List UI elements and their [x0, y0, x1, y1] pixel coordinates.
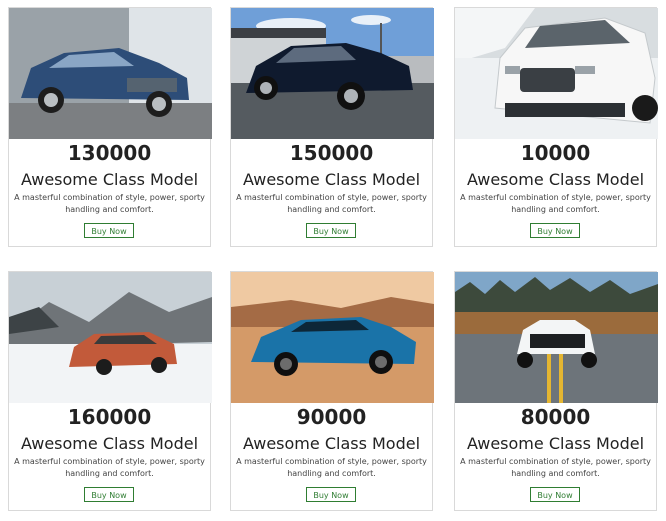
product-grid: 130000 Awesome Class Model A masterful c… — [8, 7, 658, 513]
product-card: 80000 Awesome Class Model A masterful co… — [454, 271, 658, 511]
blue-sportscar-image[interactable] — [231, 272, 434, 403]
model-title: Awesome Class Model — [20, 434, 199, 453]
product-card: 160000 Awesome Class Model A masterful c… — [8, 271, 212, 511]
model-title: Awesome Class Model — [466, 434, 645, 453]
buy-now-button[interactable]: Buy Now — [84, 487, 134, 502]
product-card: 150000 Awesome Class Model A masterful c… — [230, 7, 434, 247]
product-card: 10000 Awesome Class Model A masterful co… — [454, 7, 658, 247]
white-supercar-image[interactable] — [455, 272, 658, 403]
model-title: Awesome Class Model — [242, 170, 421, 189]
description: A masterful combination of style, power,… — [460, 193, 651, 214]
buy-now-button[interactable]: Buy Now — [306, 487, 356, 502]
white-suv-image[interactable] — [455, 8, 658, 139]
description: A masterful combination of style, power,… — [14, 193, 205, 214]
dark-sedan-image[interactable] — [231, 8, 434, 139]
buy-now-button[interactable]: Buy Now — [530, 487, 580, 502]
description: A masterful combination of style, power,… — [460, 457, 651, 478]
orange-wagon-image[interactable] — [9, 272, 212, 403]
buy-now-button[interactable]: Buy Now — [84, 223, 134, 238]
buy-now-button[interactable]: Buy Now — [530, 223, 580, 238]
price: 90000 — [296, 405, 367, 429]
model-title: Awesome Class Model — [20, 170, 199, 189]
buy-now-button[interactable]: Buy Now — [306, 223, 356, 238]
product-card: 90000 Awesome Class Model A masterful co… — [230, 271, 434, 511]
blue-coupe-image[interactable] — [9, 8, 212, 139]
price: 130000 — [67, 141, 152, 165]
price: 10000 — [520, 141, 591, 165]
product-card: 130000 Awesome Class Model A masterful c… — [8, 7, 212, 247]
price: 160000 — [67, 405, 152, 429]
description: A masterful combination of style, power,… — [236, 193, 427, 214]
model-title: Awesome Class Model — [466, 170, 645, 189]
price: 150000 — [289, 141, 374, 165]
model-title: Awesome Class Model — [242, 434, 421, 453]
price: 80000 — [520, 405, 591, 429]
description: A masterful combination of style, power,… — [236, 457, 427, 478]
description: A masterful combination of style, power,… — [14, 457, 205, 478]
